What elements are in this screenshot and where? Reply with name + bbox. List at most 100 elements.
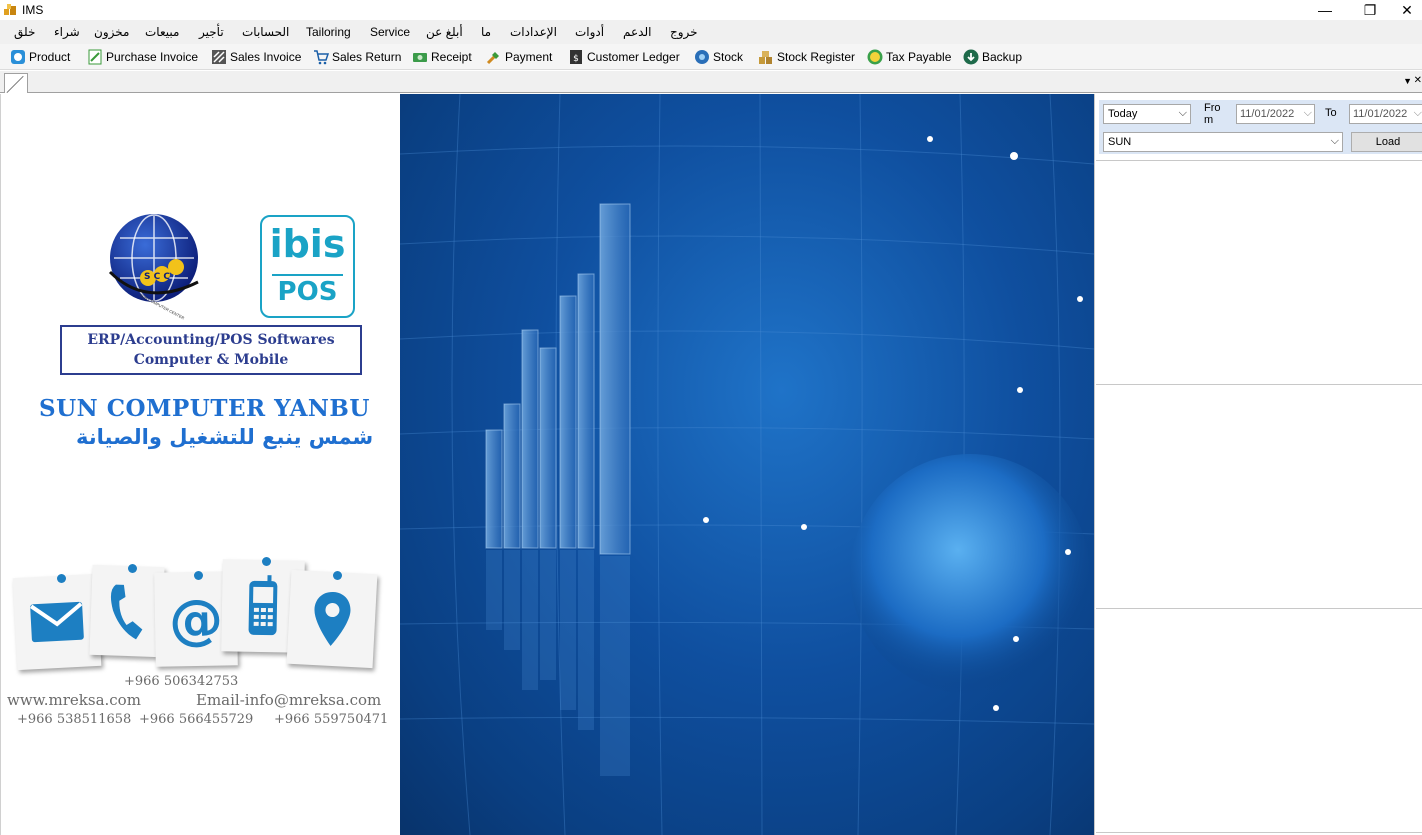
chevron-down-icon: ⌵ <box>1413 107 1422 119</box>
menu-item-accounts[interactable]: الحسابات <box>242 25 289 39</box>
website: www.mreksa.com <box>7 691 141 709</box>
card-pin-5 <box>333 571 342 580</box>
mail-card <box>12 573 102 671</box>
period-select[interactable]: Today ⌵ <box>1103 104 1191 124</box>
menu-item-support[interactable]: الدعم <box>623 25 651 39</box>
scc-letters: S C C <box>144 272 170 282</box>
product-label: Product <box>29 50 71 64</box>
card-pin-3 <box>194 571 203 580</box>
menu-item-service[interactable]: Service <box>370 25 410 39</box>
chevron-down-icon: ⌵ <box>1303 107 1312 119</box>
from-date-picker[interactable]: 11/01/2022 ⌵ <box>1236 104 1315 124</box>
tab-dropdown-icon[interactable]: ▼ <box>1403 76 1412 86</box>
phone-top: +966 506342753 <box>124 674 239 689</box>
cart-icon <box>314 50 329 65</box>
receipt-icon <box>413 53 427 62</box>
menu-item-tailoring[interactable]: Tailoring <box>306 25 351 39</box>
backup-label: Backup <box>982 50 1023 64</box>
tax-payable-button[interactable]: Tax Payable <box>867 48 951 66</box>
purchase-invoice-button[interactable]: Purchase Invoice <box>87 48 198 66</box>
stock-icon <box>695 50 709 64</box>
payment-button[interactable]: Payment <box>486 48 552 66</box>
backup-button[interactable]: Backup <box>963 48 1022 66</box>
date-filter-bar: Today ⌵ From 11/01/2022 ⌵ To 11/01/2022 … <box>1099 100 1422 154</box>
tax-payable-label: Tax Payable <box>886 50 952 64</box>
sales-return-label: Sales Return <box>332 50 402 64</box>
card-pin-2 <box>128 564 137 573</box>
purchase-invoice-icon <box>88 49 102 65</box>
phone-3: +966 559750471 <box>274 712 389 727</box>
receipt-button[interactable]: Receipt <box>412 48 472 66</box>
branch-select[interactable]: SUN ⌵ <box>1103 132 1343 152</box>
customer-ledger-label: Customer Ledger <box>587 50 680 64</box>
chevron-down-icon: ⌵ <box>1178 107 1187 119</box>
card-pin-4 <box>262 557 271 566</box>
close-button[interactable]: ✕ <box>1392 0 1422 20</box>
restore-button[interactable]: ❐ <box>1347 0 1393 20</box>
company-name-en: SUN COMPUTER YANBU <box>39 395 370 422</box>
product-icon <box>11 50 25 64</box>
stock-register-icon <box>759 51 772 64</box>
stock-register-button[interactable]: Stock Register <box>758 48 855 66</box>
phone-icon <box>110 584 143 640</box>
panel-divider-2 <box>1096 384 1422 385</box>
erp-line-1: ERP/Accounting/POS Softwares <box>87 332 335 348</box>
phone-2: +966 566455729 <box>139 712 254 727</box>
menu-item-ma[interactable]: ما <box>481 25 491 39</box>
tax-icon <box>867 49 883 65</box>
receipt-label: Receipt <box>431 50 472 64</box>
to-label: To <box>1325 107 1337 119</box>
to-date-value: 11/01/2022 <box>1353 108 1408 120</box>
panel-divider-3 <box>1096 608 1422 609</box>
backup-icon <box>963 49 979 65</box>
erp-line-2: Computer & Mobile <box>133 352 289 368</box>
envelope-icon <box>30 601 84 643</box>
payment-icon <box>486 52 499 65</box>
customer-ledger-button[interactable]: $ Customer Ledger <box>568 48 680 66</box>
phone-card <box>89 564 165 658</box>
company-promo-panel: S C C SUN COMPUTER CENTER ibis POS ERP/A… <box>0 94 400 835</box>
menu-item-exit[interactable]: خروج <box>670 25 698 39</box>
menu-item-tools[interactable]: أدوات <box>575 25 604 39</box>
stock-button[interactable]: Stock <box>694 48 743 66</box>
email-address: Email-info@mreksa.com <box>196 691 382 709</box>
toolbar: Product Purchase Invoice Sales Invoice S… <box>0 44 1422 70</box>
pos-text: POS <box>277 277 338 307</box>
sales-return-button[interactable]: Sales Return <box>313 48 401 66</box>
panel-divider-1 <box>1096 160 1422 161</box>
product-button[interactable]: Product <box>10 48 70 66</box>
menu-item-inventory[interactable]: مخزون <box>94 25 129 39</box>
dashboard-right-panel: Today ⌵ From 11/01/2022 ⌵ To 11/01/2022 … <box>1094 94 1422 835</box>
location-pin-icon <box>314 592 351 646</box>
title-bar: IMS — ❐ ✕ <box>0 0 1422 20</box>
menu-item-create[interactable]: خلق <box>14 25 35 39</box>
to-date-picker[interactable]: 11/01/2022 ⌵ <box>1349 104 1422 124</box>
company-name-ar: شمس ينبع للتشغيل والصيانة <box>76 425 374 449</box>
window-title: IMS <box>22 3 44 17</box>
mobile-phone-icon <box>248 575 278 636</box>
from-date-value: 11/01/2022 <box>1240 108 1295 120</box>
location-card <box>286 569 378 669</box>
period-value: Today <box>1108 108 1138 120</box>
chevron-down-icon: ⌵ <box>1330 135 1339 147</box>
ibis-pos-logo: ibis POS <box>260 215 355 318</box>
phone-1: +966 538511658 <box>17 712 132 727</box>
scc-globe-logo <box>108 214 199 302</box>
tab-strip: ▼ ✕ <box>0 71 1422 93</box>
minimize-button[interactable]: — <box>1302 0 1348 20</box>
app-icon <box>4 4 16 15</box>
menu-item-sales[interactable]: مبيعات <box>145 25 179 39</box>
menu-item-rental[interactable]: تأجير <box>199 25 224 39</box>
load-button[interactable]: Load <box>1351 132 1422 152</box>
at-sign-icon: @ <box>168 587 224 651</box>
panel-divider-4 <box>1096 832 1422 833</box>
document-tab[interactable] <box>4 73 28 93</box>
from-label: From <box>1204 102 1221 126</box>
menu-item-report[interactable]: أبلغ عن <box>426 25 463 39</box>
tab-close-icon[interactable]: ✕ <box>1414 75 1422 86</box>
payment-label: Payment <box>505 50 553 64</box>
menu-item-settings[interactable]: الإعدادات <box>510 25 557 39</box>
svg-text:$: $ <box>573 54 579 64</box>
menu-item-purchase[interactable]: شراء <box>54 25 80 39</box>
sales-invoice-button[interactable]: Sales Invoice <box>211 48 301 66</box>
